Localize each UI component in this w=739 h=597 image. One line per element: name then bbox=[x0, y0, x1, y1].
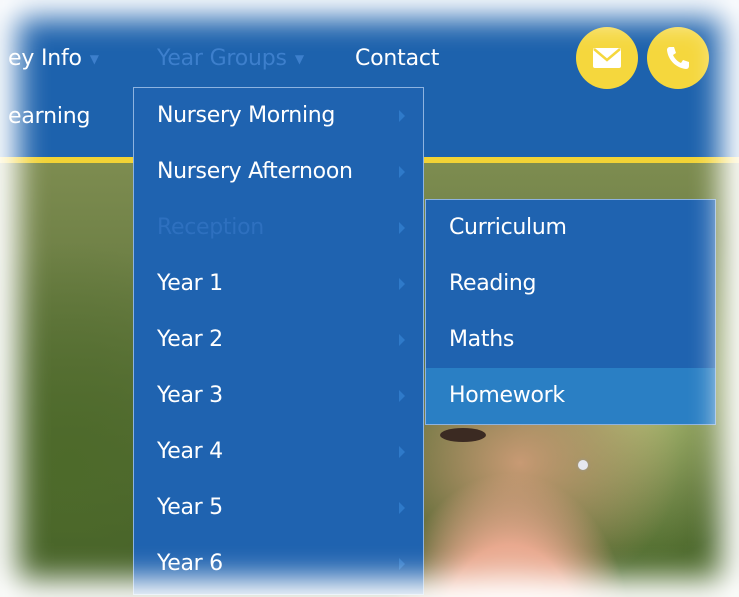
menu-item-nursery-morning[interactable]: Nursery Morning bbox=[134, 88, 423, 144]
menu-item-year-5[interactable]: Year 5 bbox=[134, 480, 423, 536]
nav-contact[interactable]: Contact bbox=[355, 46, 439, 71]
menu-item-year-1[interactable]: Year 1 bbox=[134, 256, 423, 312]
hero-photo-detail bbox=[578, 460, 588, 470]
menu-item-year-3[interactable]: Year 3 bbox=[134, 368, 423, 424]
phone-icon bbox=[667, 47, 689, 69]
submenu-item-curriculum[interactable]: Curriculum bbox=[426, 200, 715, 256]
menu-item-nursery-afternoon[interactable]: Nursery Afternoon bbox=[134, 144, 423, 200]
chevron-down-icon: ▼ bbox=[294, 52, 304, 66]
chevron-down-icon: ▼ bbox=[89, 52, 99, 66]
menu-item-label: Nursery Morning bbox=[157, 103, 336, 128]
chevron-right-icon bbox=[399, 278, 405, 290]
page: ey Info ▼ Year Groups ▼ Contact earning N bbox=[0, 0, 739, 597]
nav-learning[interactable]: earning bbox=[8, 104, 90, 129]
menu-item-label: Year 3 bbox=[157, 383, 223, 408]
chevron-right-icon bbox=[399, 334, 405, 346]
menu-item-label: Reception bbox=[157, 215, 264, 240]
reception-submenu: Curriculum Reading Maths Homework bbox=[425, 199, 716, 425]
menu-item-label: Nursery Afternoon bbox=[157, 159, 353, 184]
chevron-right-icon bbox=[399, 222, 405, 234]
phone-button[interactable] bbox=[647, 27, 709, 89]
nav-key-info-label: ey Info bbox=[8, 46, 82, 71]
chevron-right-icon bbox=[399, 502, 405, 514]
menu-item-label: Year 4 bbox=[157, 439, 223, 464]
envelope-icon bbox=[593, 48, 621, 68]
nav-year-groups[interactable]: Year Groups ▼ bbox=[157, 46, 304, 71]
menu-item-label: Year 6 bbox=[157, 551, 223, 576]
submenu-item-label: Maths bbox=[449, 327, 514, 352]
email-button[interactable] bbox=[576, 27, 638, 89]
chevron-right-icon bbox=[399, 110, 405, 122]
chevron-right-icon bbox=[399, 390, 405, 402]
chevron-right-icon bbox=[399, 446, 405, 458]
menu-item-reception[interactable]: Reception bbox=[134, 200, 423, 256]
submenu-item-label: Curriculum bbox=[449, 215, 567, 240]
nav-contact-label: Contact bbox=[355, 46, 440, 71]
menu-item-year-2[interactable]: Year 2 bbox=[134, 312, 423, 368]
submenu-item-maths[interactable]: Maths bbox=[426, 312, 715, 368]
chevron-right-icon bbox=[399, 558, 405, 570]
menu-item-label: Year 1 bbox=[157, 271, 223, 296]
submenu-item-label: Reading bbox=[449, 271, 537, 296]
nav-learning-label: earning bbox=[8, 104, 91, 129]
submenu-item-label: Homework bbox=[449, 383, 565, 408]
submenu-item-reading[interactable]: Reading bbox=[426, 256, 715, 312]
nav-year-groups-label: Year Groups bbox=[157, 46, 287, 71]
chevron-right-icon bbox=[399, 166, 405, 178]
hero-photo-detail bbox=[440, 428, 486, 442]
submenu-item-homework[interactable]: Homework bbox=[426, 368, 715, 424]
nav-key-info[interactable]: ey Info ▼ bbox=[8, 46, 99, 71]
menu-item-label: Year 5 bbox=[157, 495, 223, 520]
menu-item-year-4[interactable]: Year 4 bbox=[134, 424, 423, 480]
menu-item-year-6[interactable]: Year 6 bbox=[134, 536, 423, 592]
menu-item-label: Year 2 bbox=[157, 327, 223, 352]
year-groups-dropdown: Nursery Morning Nursery Afternoon Recept… bbox=[133, 87, 424, 595]
